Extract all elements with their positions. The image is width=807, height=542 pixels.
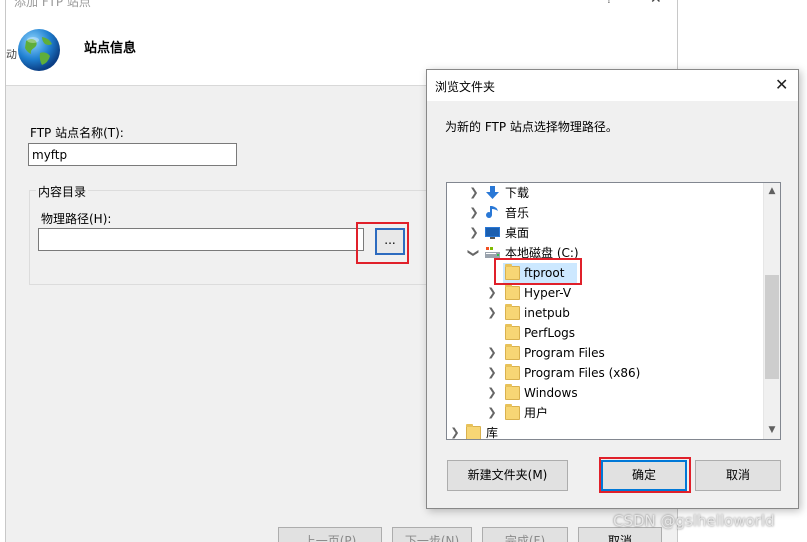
- wizard-title: 添加 FTP 站点: [14, 0, 91, 9]
- watermark: CSDN @gslhelloworld: [613, 512, 775, 530]
- chevron-right-icon[interactable]: ❯: [487, 403, 497, 423]
- tree-item-label: PerfLogs: [524, 326, 576, 340]
- wizard-titlebar: [6, 0, 677, 12]
- folder-icon: [505, 284, 520, 300]
- chevron-right-icon[interactable]: ❯: [487, 383, 497, 403]
- folder-tree[interactable]: ❯ 下载 ❯ 音乐 ❯ 桌面 ❯ 本地磁盘 (C:) ftproot ❯ Hyp…: [446, 182, 781, 440]
- site-name-label: FTP 站点名称(T):: [30, 126, 124, 140]
- chevron-right-icon[interactable]: ❯: [450, 423, 460, 439]
- library-icon: [466, 424, 481, 439]
- tree-item-label: inetpub: [524, 306, 570, 320]
- folder-icon: [505, 304, 520, 320]
- chevron-right-icon[interactable]: ❯: [487, 303, 497, 323]
- scroll-down-arrow-icon[interactable]: ▼: [764, 422, 780, 439]
- previous-button[interactable]: 上一页(P): [278, 527, 382, 542]
- tree-item-inetpub[interactable]: ❯ inetpub: [447, 303, 765, 323]
- tree-item-desktop[interactable]: ❯ 桌面: [447, 223, 765, 243]
- chevron-right-icon[interactable]: ❯: [469, 203, 479, 223]
- chevron-down-icon[interactable]: ❯: [463, 248, 483, 258]
- scrollbar-thumb[interactable]: [765, 275, 779, 379]
- tree-item-label: 桌面: [505, 226, 530, 240]
- tree-item-label: Program Files: [524, 346, 605, 360]
- folder-icon: [505, 324, 520, 340]
- tree-item-program-files[interactable]: ❯ Program Files: [447, 343, 765, 363]
- physical-path-label: 物理路径(H):: [41, 212, 112, 226]
- tree-item-users[interactable]: ❯ 用户: [447, 403, 765, 423]
- folder-icon: [505, 364, 520, 380]
- tree-item-library[interactable]: ❯ 库: [447, 423, 765, 440]
- chevron-right-icon[interactable]: ❯: [469, 223, 479, 243]
- tree-item-label: 音乐: [505, 206, 530, 220]
- tree-item-label: 下载: [505, 186, 530, 200]
- site-name-input[interactable]: [28, 143, 237, 166]
- tree-item-label: Program Files (x86): [524, 366, 641, 380]
- desktop-icon: [485, 227, 500, 239]
- chevron-right-icon[interactable]: ❯: [487, 343, 497, 363]
- scroll-up-arrow-icon[interactable]: ▲: [764, 183, 780, 200]
- tree-item-label: Hyper-V: [524, 286, 572, 300]
- browse-button[interactable]: ...: [375, 228, 405, 255]
- folder-icon: [505, 384, 520, 400]
- dialog-titlebar: 浏览文件夹 ✕: [427, 70, 798, 101]
- cancel-button[interactable]: 取消: [695, 460, 781, 491]
- vertical-scrollbar[interactable]: ▲ ▼: [763, 183, 780, 439]
- folder-icon: [505, 344, 520, 360]
- partial-label: 动: [6, 48, 17, 61]
- tree-item-label: 库: [486, 426, 499, 440]
- wizard-heading: 站点信息: [84, 41, 137, 56]
- tree-item-label: 用户: [524, 406, 549, 420]
- tree-item-perflogs[interactable]: PerfLogs: [447, 323, 765, 343]
- next-button[interactable]: 下一步(N): [392, 527, 472, 542]
- ok-button[interactable]: 确定: [601, 460, 687, 491]
- download-arrow-icon: [486, 186, 499, 199]
- tree-item-windows[interactable]: ❯ Windows: [447, 383, 765, 403]
- finish-button[interactable]: 完成(F): [482, 527, 568, 542]
- close-icon[interactable]: ✕: [775, 75, 788, 94]
- selected-folder-highlight: [494, 258, 582, 285]
- tree-item-program-files-x86[interactable]: ❯ Program Files (x86): [447, 363, 765, 383]
- globe-icon: [18, 29, 60, 71]
- folder-icon: [505, 404, 520, 420]
- chevron-right-icon[interactable]: ❯: [487, 283, 497, 303]
- help-icon[interactable]: ?: [606, 0, 612, 6]
- tree-item-downloads[interactable]: ❯ 下载: [447, 183, 765, 203]
- new-folder-button[interactable]: 新建文件夹(M): [447, 460, 568, 491]
- physical-path-input[interactable]: [38, 228, 364, 251]
- dialog-title: 浏览文件夹: [435, 80, 496, 94]
- tree-item-hyper-v[interactable]: ❯ Hyper-V: [447, 283, 765, 303]
- chevron-right-icon[interactable]: ❯: [487, 363, 497, 383]
- chevron-right-icon[interactable]: ❯: [469, 183, 479, 203]
- wizard-close-icon[interactable]: ✕: [650, 0, 662, 7]
- content-directory-label: 内容目录: [36, 183, 89, 200]
- tree-item-music[interactable]: ❯ 音乐: [447, 203, 765, 223]
- tree-item-label: Windows: [524, 386, 578, 400]
- music-note-icon: [486, 206, 498, 219]
- browse-folder-dialog: 浏览文件夹 ✕ 为新的 FTP 站点选择物理路径。 ❯ 下载 ❯ 音乐 ❯ 桌面…: [426, 69, 799, 509]
- dialog-instruction: 为新的 FTP 站点选择物理路径。: [445, 120, 618, 134]
